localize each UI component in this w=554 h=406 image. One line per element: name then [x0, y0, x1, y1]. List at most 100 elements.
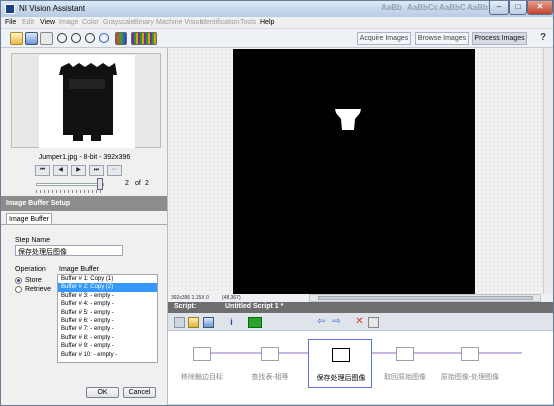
title-bar: NI Vision Assistant AaBb AaBbCc AaBbC Aa…	[1, 1, 553, 17]
new-script-icon[interactable]	[10, 32, 23, 45]
zoom-out-icon[interactable]	[71, 33, 81, 43]
position-total: 2	[145, 180, 149, 187]
image-thumbnail[interactable]	[11, 53, 161, 148]
move-right-icon[interactable]: ⇨	[331, 317, 342, 328]
close-image-button[interactable]: ↩	[107, 165, 122, 176]
menu-image[interactable]: Image	[59, 19, 78, 26]
image-slider-track[interactable]	[36, 183, 104, 186]
image-blob	[335, 109, 361, 130]
script-header: Script: Untitled Script 1 *	[168, 302, 553, 313]
menu-edit[interactable]: Edit	[22, 19, 34, 26]
open-script-icon[interactable]	[188, 317, 199, 328]
step-name-label: Step Name	[15, 237, 51, 244]
buffer-item[interactable]: Buffer # 9: - empty -	[58, 342, 157, 350]
horizontal-scrollbar[interactable]	[309, 294, 541, 302]
zoom-fit-icon[interactable]	[85, 33, 95, 43]
script-label: Script:	[174, 303, 197, 310]
buffer-item[interactable]: Buffer # 3: - empty -	[58, 292, 157, 300]
cursor-coords: (48,367)	[222, 295, 241, 301]
minimize-button[interactable]: –	[489, 1, 509, 15]
script-step[interactable]: 查找表-相等	[238, 339, 302, 388]
run-once-icon[interactable]	[248, 317, 262, 328]
prev-image-button[interactable]: ◀	[53, 165, 68, 176]
first-image-button[interactable]: ⏮	[35, 165, 50, 176]
setup-header: Image Buffer Setup	[1, 196, 167, 211]
menu-help[interactable]: Help	[260, 19, 274, 26]
image-slider-thumb[interactable]	[97, 178, 103, 190]
remove-border-objects-icon	[193, 347, 211, 361]
delete-step-icon[interactable]: ✕	[354, 317, 365, 328]
save-script-icon[interactable]	[203, 317, 214, 328]
retrieve-radio[interactable]	[15, 286, 22, 293]
last-image-button[interactable]: ⏭	[89, 165, 104, 176]
image-operator-icon	[461, 347, 479, 361]
step-label: 取回原始图像	[384, 374, 426, 381]
position-current: 2	[125, 180, 129, 187]
script-step[interactable]: 取回原始图像	[373, 339, 437, 388]
step-label: 查找表-相等	[251, 374, 289, 381]
vertical-scrollbar[interactable]	[543, 48, 553, 294]
menu-binary[interactable]: Binary	[134, 19, 154, 26]
move-left-icon[interactable]: ⇦	[316, 317, 327, 328]
retrieve-label: Retrieve	[25, 286, 52, 293]
buffer-item[interactable]: Buffer # 7: - empty -	[58, 325, 157, 333]
retrieve-buffer-icon	[396, 347, 414, 361]
help-icon[interactable]: ?	[537, 32, 549, 45]
position-of: of	[135, 180, 141, 187]
tab-browse-images[interactable]: Browse Images	[415, 32, 469, 45]
script-step-selected[interactable]: 保存处理后图像	[308, 339, 372, 388]
script-step[interactable]: 移除触边目标	[170, 339, 234, 388]
image-buffer-label: Image Buffer	[59, 266, 99, 273]
step-name-input[interactable]: 保存处理后图像	[15, 245, 123, 256]
next-image-button[interactable]: ▶	[71, 165, 86, 176]
buffer-item[interactable]: Buffer # 1: Copy (1)	[58, 275, 157, 283]
menu-tools[interactable]: Tools	[240, 19, 256, 26]
step-label: 移除触边目标	[181, 374, 223, 381]
menu-grayscale[interactable]: Grayscale	[103, 19, 135, 26]
buffer-item[interactable]: Buffer # 5: - empty -	[58, 309, 157, 317]
toolbar: Acquire Images Browse Images Process Ima…	[1, 29, 553, 48]
banner-text: AaBb	[381, 3, 402, 12]
menu-color[interactable]: Color	[82, 19, 99, 26]
info-icon[interactable]: i	[226, 317, 237, 328]
buffer-item[interactable]: Buffer # 4: - empty -	[58, 300, 157, 308]
banner-text: AaBb	[467, 3, 488, 12]
palette-icon[interactable]	[115, 32, 127, 45]
tab-process-images[interactable]: Process Images	[472, 32, 527, 45]
script-step[interactable]: 原始图像-处理图像	[438, 339, 502, 388]
scroll-thumb[interactable]	[318, 296, 533, 300]
menu-view[interactable]: View	[40, 19, 55, 26]
banner-text: AaBbC	[439, 3, 466, 12]
buffer-item-selected[interactable]: Buffer # 2: Copy (2)	[58, 283, 157, 292]
new-step-icon[interactable]	[174, 317, 185, 328]
banner-text: AaBbCc	[407, 3, 439, 12]
script-properties-icon[interactable]	[368, 317, 379, 328]
maximize-button[interactable]: □	[509, 1, 527, 15]
window-title: NI Vision Assistant	[19, 4, 86, 13]
image-buffer-list[interactable]: Buffer # 1: Copy (1) Buffer # 2: Copy (2…	[57, 274, 158, 363]
script-name: Untitled Script 1 *	[225, 303, 284, 310]
cancel-button[interactable]: Cancel	[123, 387, 156, 398]
buffer-item[interactable]: Buffer # 8: - empty -	[58, 334, 157, 342]
tab-acquire-images[interactable]: Acquire Images	[357, 32, 411, 45]
menu-machine-vision[interactable]: Machine Vision	[156, 19, 203, 26]
zoom-actual-icon[interactable]	[99, 33, 109, 43]
operation-label: Operation	[15, 266, 46, 273]
store-buffer-icon	[332, 348, 350, 362]
save-icon[interactable]	[25, 32, 38, 45]
ok-button[interactable]: OK	[86, 387, 119, 398]
buffer-item[interactable]: Buffer # 6: - empty -	[58, 317, 157, 325]
menu-file[interactable]: File	[5, 19, 16, 26]
menu-bar: File Edit View Image Color Grayscale Bin…	[1, 17, 553, 29]
close-button[interactable]: ✕	[527, 1, 553, 15]
thumbnail-image	[39, 55, 135, 148]
buffer-item[interactable]: Buffer # 10: - empty -	[58, 351, 157, 359]
zoom-in-icon[interactable]	[57, 33, 67, 43]
print-icon[interactable]	[40, 32, 53, 45]
menu-identification[interactable]: Identification	[200, 19, 239, 26]
barcode-palette-icon[interactable]	[131, 32, 157, 45]
image-caption: Jumper1.jpg - 8-bit - 392x396	[38, 154, 131, 161]
store-radio[interactable]	[15, 277, 22, 284]
image-view[interactable]	[168, 48, 553, 294]
script-area: 移除触边目标 查找表-相等 保存处理后图像 取回原始图像 原始图像-处理图像	[168, 331, 553, 404]
